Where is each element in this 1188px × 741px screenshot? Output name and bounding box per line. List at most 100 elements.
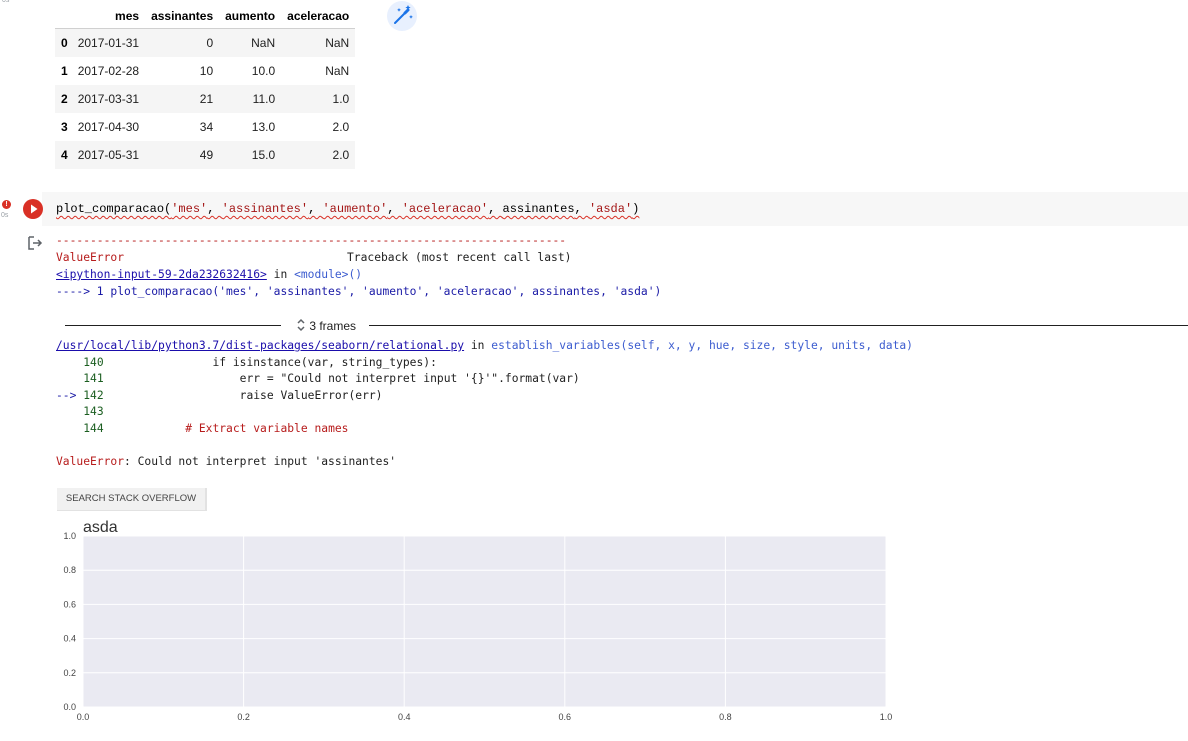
code-close: ) <box>632 202 640 216</box>
source-line: 140 if isinstance(var, string_types): <box>56 356 437 369</box>
code-sep: , <box>574 202 589 216</box>
exec-time-label: 0s <box>1 212 9 219</box>
table-cell: 2017-04-30 <box>77 120 140 134</box>
error-text: : Could not interpret input 'assinantes' <box>124 455 397 468</box>
line-prefix: --> <box>56 389 84 402</box>
table-row: 0 2017-01-31 0 NaN NaN <box>55 28 356 57</box>
frames-toggle[interactable]: 3 frames <box>296 318 356 333</box>
traceback-error-type: ValueError <box>56 251 125 264</box>
module-text: <module>() <box>294 268 363 281</box>
table-row: 3 2017-04-30 34 13.0 2.0 <box>55 113 355 141</box>
function-signature: establish_variables(self, x, y, hue, siz… <box>491 339 913 352</box>
code-arg: assinantes <box>502 202 575 216</box>
column-header: aumento <box>219 4 282 29</box>
frames-divider <box>369 325 1188 326</box>
code-sep: , <box>488 202 503 216</box>
table-row: 4 2017-05-31 49 15.0 2.0 <box>55 141 356 169</box>
traceback-dashes: ----------------------------------------… <box>56 234 567 247</box>
code-sep: , <box>387 202 402 216</box>
line-code: if isinstance(var, string_types): <box>103 356 437 369</box>
search-stack-overflow-button[interactable]: SEARCH STACK OVERFLOW <box>57 488 207 511</box>
code-sep: , <box>308 202 323 216</box>
error-type: ValueError <box>56 455 125 468</box>
table-cell: 34 <box>199 120 214 134</box>
in-text: in <box>266 268 295 281</box>
index-header <box>55 4 72 29</box>
code-line[interactable]: plot_comparacao('mes', 'assinantes', 'au… <box>56 202 639 216</box>
table-cell: 2.0 <box>332 120 350 134</box>
code-sep: , <box>207 202 222 216</box>
ipython-input-link[interactable]: <ipython-input-59-2da232632416> <box>56 268 267 281</box>
code-arg: 'aceleracao' <box>401 202 489 216</box>
row-index: 2 <box>61 92 68 106</box>
table-cell: 11.0 <box>252 92 276 106</box>
line-number: 140 <box>83 356 104 369</box>
table-cell: 2017-02-28 <box>77 64 140 78</box>
in-text: in <box>464 339 492 352</box>
line-number: 144 <box>83 422 104 435</box>
x-tick-label: 1.0 <box>880 712 893 722</box>
output-arrow-icon <box>28 236 43 250</box>
frames-label: 3 frames <box>309 319 357 333</box>
table-header-row: mes assinantes aumento aceleracao <box>55 4 356 29</box>
table-row: 1 2017-02-28 10 10.0 NaN <box>55 57 355 85</box>
traceback-header: Traceback (most recent call last) <box>347 251 572 264</box>
error-message: ValueError: Could not interpret input 'a… <box>56 455 396 468</box>
y-tick-label: 0.2 <box>63 668 76 678</box>
code-fn: plot_comparacao( <box>56 202 172 216</box>
x-tick-label: 0.6 <box>559 712 572 722</box>
line-prefix <box>56 356 83 369</box>
source-line: 144 # Extract variable names <box>56 422 348 435</box>
x-tick-label: 0.0 <box>77 712 90 722</box>
frames-divider <box>65 325 281 326</box>
relational-py-link[interactable]: /usr/local/lib/python3.7/dist-packages/s… <box>56 339 464 352</box>
column-header: assinantes <box>145 4 220 29</box>
line-number: 142 <box>83 389 104 402</box>
y-tick-label: 1.0 <box>63 531 76 541</box>
exec-time-label: 0s <box>2 0 10 4</box>
traceback-file-line: /usr/local/lib/python3.7/dist-packages/s… <box>56 339 913 352</box>
expand-collapse-icon <box>297 318 305 332</box>
source-line: 143 <box>56 405 103 418</box>
traceback-arrow-line: ----> 1 plot_comparacao('mes', 'assinant… <box>56 285 662 298</box>
x-tick-label: 0.8 <box>719 712 732 722</box>
table-cell: 15.0 <box>251 148 276 162</box>
table-cell: 2.0 <box>332 148 350 162</box>
code-arg: 'asda' <box>588 202 633 216</box>
line-code: # Extract variable names <box>103 422 349 435</box>
x-tick-label: 0.2 <box>237 712 250 722</box>
table-cell: 49 <box>199 148 214 162</box>
convert-to-interactive-button[interactable] <box>387 1 417 31</box>
row-index: 3 <box>61 120 68 134</box>
code-arg: 'mes' <box>171 202 208 216</box>
error-status-icon: ! <box>2 200 11 209</box>
table-cell: 21 <box>199 92 214 106</box>
table-cell: 0 <box>206 36 214 50</box>
row-index: 4 <box>61 148 68 162</box>
magic-wand-icon <box>394 5 413 24</box>
run-cell-button[interactable] <box>23 199 43 219</box>
column-header: mes <box>71 4 146 29</box>
chart-title: asda <box>83 519 118 536</box>
y-tick-label: 0.8 <box>63 565 76 575</box>
line-code: raise ValueError(err) <box>103 389 383 402</box>
line-number: 141 <box>83 372 104 385</box>
traceback-location: <ipython-input-59-2da232632416> in <modu… <box>56 268 362 281</box>
plot-area <box>83 536 886 707</box>
table-cell: 13.0 <box>251 120 276 134</box>
table-cell: 1.0 <box>332 92 350 106</box>
y-tick-label: 0.0 <box>63 702 76 712</box>
table-cell: NaN <box>251 36 276 50</box>
output-actions-icon[interactable] <box>27 236 43 250</box>
table-row: 2 2017-03-31 21 11.0 1.0 <box>55 85 356 113</box>
table-cell: 10.0 <box>251 64 276 78</box>
source-line: 141 err = "Could not interpret input '{}… <box>56 372 580 385</box>
line-code: err = "Could not interpret input '{}'".f… <box>103 372 580 385</box>
table-cell: 10 <box>199 64 214 78</box>
table-cell: NaN <box>325 36 350 50</box>
dataframe-table: mes assinantes aumento aceleracao 0 2017… <box>55 4 356 169</box>
line-prefix <box>56 372 83 385</box>
row-index: 1 <box>61 64 68 78</box>
code-arg: 'assinantes' <box>221 202 309 216</box>
x-tick-label: 0.4 <box>398 712 411 722</box>
